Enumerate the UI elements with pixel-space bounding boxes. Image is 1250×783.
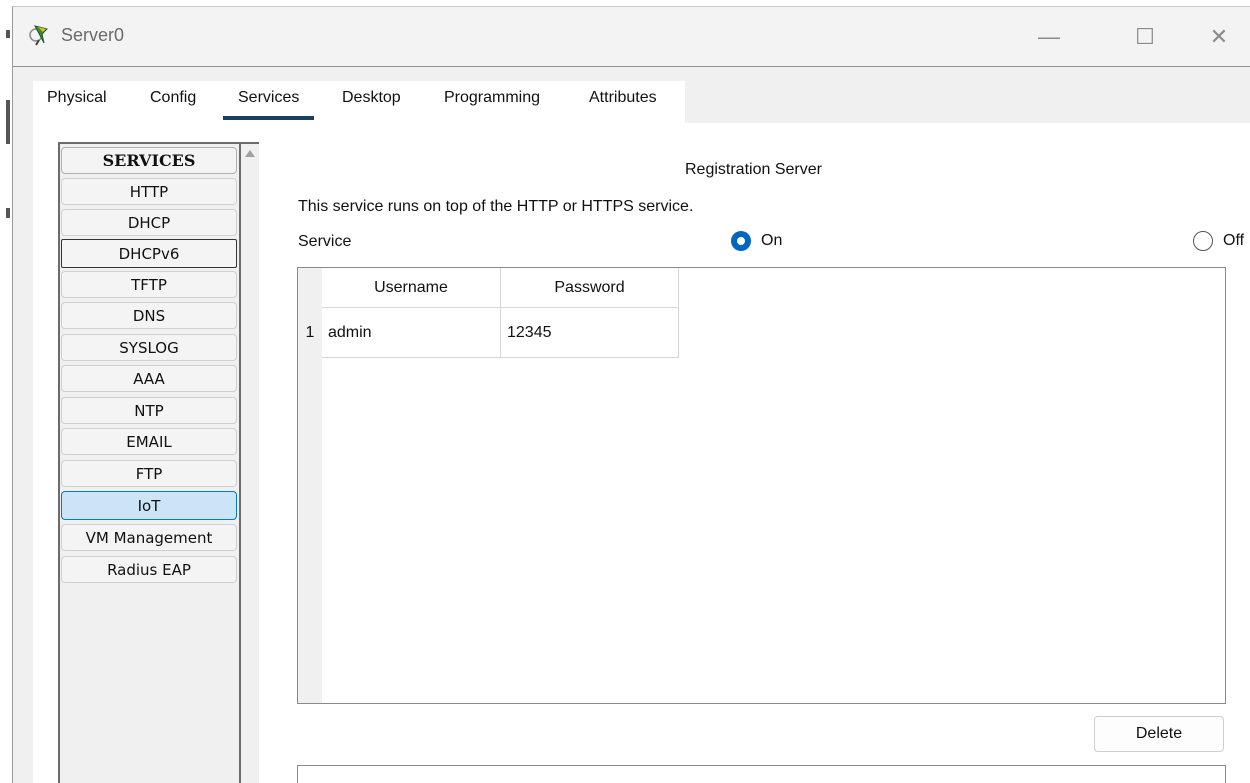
close-icon[interactable]: ✕ xyxy=(1199,19,1239,55)
user-table: Username Password 1 admin 12345 xyxy=(297,267,1226,704)
delete-button[interactable]: Delete xyxy=(1094,716,1224,752)
services-content: SERVICES HTTP DHCP DHCPv6 TFTP DNS SYSLO… xyxy=(33,123,1250,783)
server-window: Server0 — ☐ ✕ Physical Config Services D… xyxy=(12,6,1250,783)
desktop-edge xyxy=(0,0,12,783)
table-cell-username[interactable]: admin xyxy=(322,308,501,358)
tab-config[interactable]: Config xyxy=(150,89,196,107)
radio-off-label: Off xyxy=(1223,232,1245,249)
minimize-icon[interactable]: — xyxy=(1029,19,1069,55)
tab-physical[interactable]: Physical xyxy=(47,89,107,107)
service-tftp[interactable]: TFTP xyxy=(61,271,237,298)
entry-panel xyxy=(297,765,1226,783)
service-description: This service runs on top of the HTTP or … xyxy=(298,198,694,215)
service-ftp[interactable]: FTP xyxy=(61,460,237,487)
services-list: SERVICES HTTP DHCP DHCPv6 TFTP DNS SYSLO… xyxy=(58,142,241,783)
service-syslog[interactable]: SYSLOG xyxy=(61,334,237,361)
panel-title: Registration Server xyxy=(685,161,822,178)
service-label: Service xyxy=(298,233,352,250)
tab-desktop[interactable]: Desktop xyxy=(342,89,401,107)
service-off-radio[interactable]: Off xyxy=(1193,231,1244,251)
desktop-edge-mark xyxy=(6,100,10,144)
services-header: SERVICES xyxy=(61,147,237,174)
tab-bar: Physical Config Services Desktop Program… xyxy=(33,81,685,123)
desktop-edge-mark xyxy=(6,30,10,38)
service-ntp[interactable]: NTP xyxy=(61,397,237,424)
maximize-icon[interactable]: ☐ xyxy=(1125,19,1165,55)
server-app-icon xyxy=(27,23,53,49)
column-header-password[interactable]: Password xyxy=(501,268,679,308)
service-http[interactable]: HTTP xyxy=(61,178,237,205)
tab-attributes[interactable]: Attributes xyxy=(589,89,657,107)
service-dhcp[interactable]: DHCP xyxy=(61,209,237,236)
column-header-username[interactable]: Username xyxy=(322,268,501,308)
service-aaa[interactable]: AAA xyxy=(61,365,237,392)
radio-checked-icon[interactable] xyxy=(731,231,751,251)
radio-unchecked-icon[interactable] xyxy=(1193,231,1213,251)
scroll-up-icon[interactable] xyxy=(245,150,255,157)
service-email[interactable]: EMAIL xyxy=(61,428,237,455)
tab-services-label: Services xyxy=(238,89,300,106)
service-dns[interactable]: DNS xyxy=(61,302,237,329)
row-number: 1 xyxy=(305,324,315,341)
service-vm-management[interactable]: VM Management xyxy=(61,524,237,551)
service-dhcpv6[interactable]: DHCPv6 xyxy=(61,239,237,268)
tab-programming[interactable]: Programming xyxy=(444,89,540,107)
tab-services[interactable]: Services xyxy=(223,89,315,120)
title-bar[interactable]: Server0 — ☐ ✕ xyxy=(13,7,1250,67)
active-tab-indicator xyxy=(223,116,315,120)
service-on-radio[interactable]: On xyxy=(731,231,782,251)
service-radius-eap[interactable]: Radius EAP xyxy=(61,556,237,583)
service-iot[interactable]: IoT xyxy=(61,491,237,520)
window-title: Server0 xyxy=(61,25,125,45)
radio-on-label: On xyxy=(761,232,783,249)
desktop-edge-mark xyxy=(6,208,10,218)
table-cell-password[interactable]: 12345 xyxy=(501,308,679,358)
services-scrollbar[interactable] xyxy=(241,142,259,783)
